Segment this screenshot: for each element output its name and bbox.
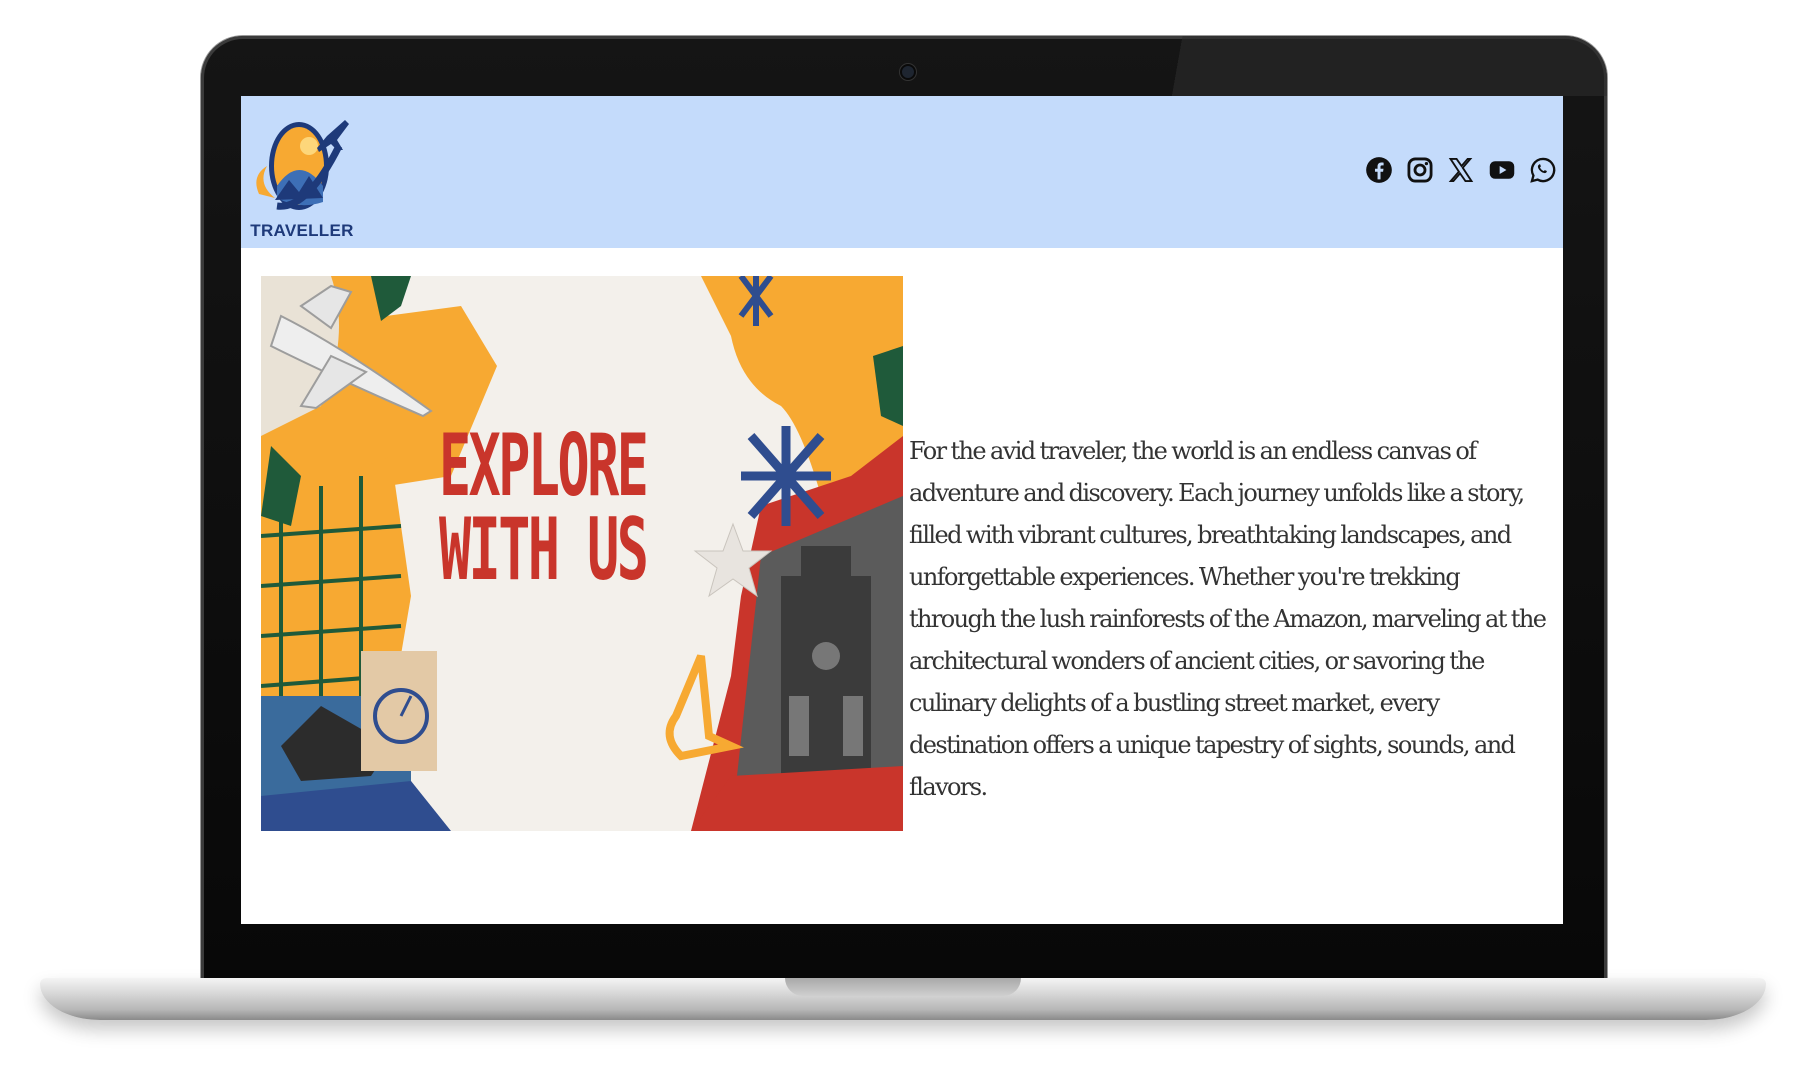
x-icon[interactable]: [1447, 152, 1475, 188]
intro-paragraph: For the avid traveler, the world is an e…: [909, 437, 1547, 801]
browser-viewport: TRAVELLER EXPLORE WITH For the avid trav…: [241, 96, 1563, 924]
site-logo[interactable]: [247, 106, 355, 238]
banner-heading: EXPLORE WITH US: [439, 416, 649, 601]
explore-banner-image: EXPLORE WITH US: [261, 276, 903, 831]
laptop-notch: [785, 978, 1021, 996]
asterisk-decoration: [741, 426, 831, 526]
youtube-icon[interactable]: [1488, 152, 1516, 188]
globe-airplane-logo-icon: [256, 120, 349, 210]
cathedral-illustration: [781, 546, 871, 776]
site-header: TRAVELLER: [241, 96, 1563, 248]
lid-glare: [1087, 36, 1607, 96]
whatsapp-icon[interactable]: [1529, 152, 1557, 188]
instagram-icon[interactable]: [1406, 152, 1434, 188]
brand-name: TRAVELLER: [250, 221, 354, 240]
social-links: [1365, 152, 1557, 188]
facebook-icon[interactable]: [1365, 152, 1393, 188]
webcam: [900, 64, 916, 80]
